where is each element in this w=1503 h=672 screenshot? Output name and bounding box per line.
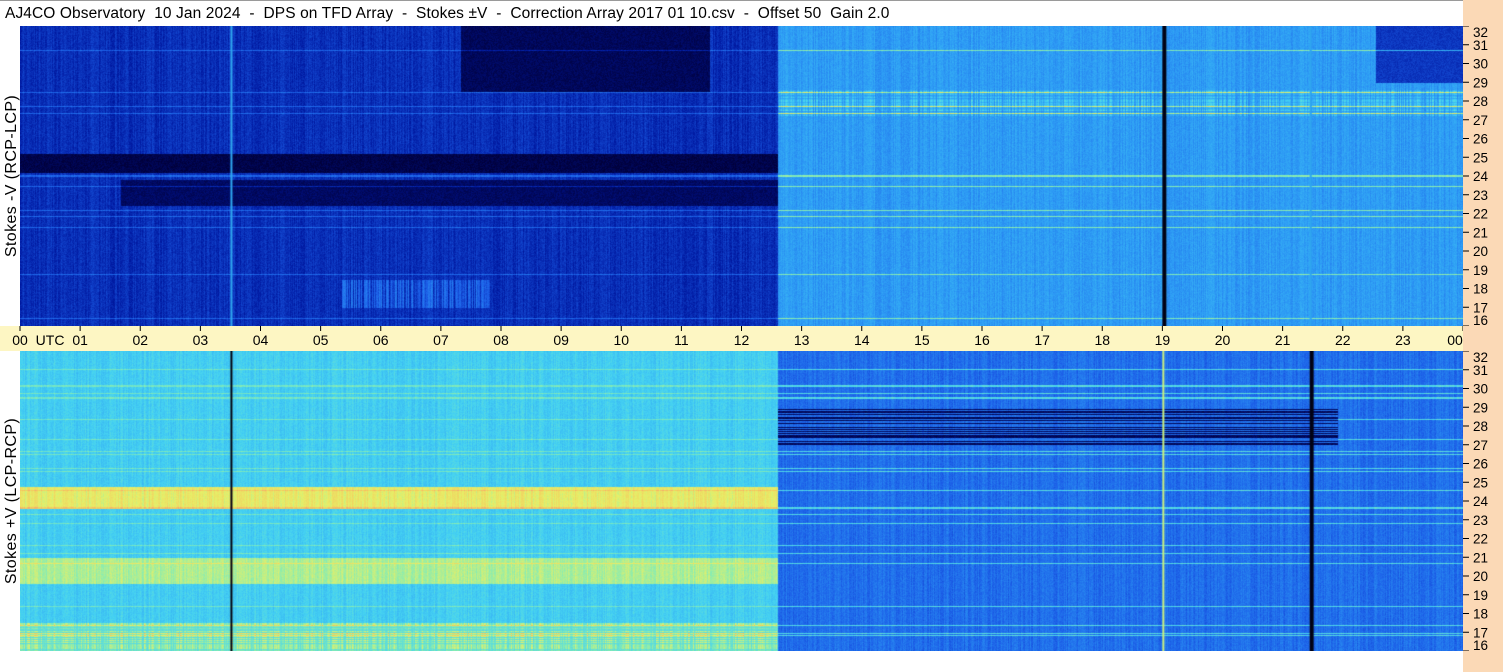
mhz-tick-label: 18 (1473, 607, 1488, 622)
freq-axis-cap-top (1463, 0, 1503, 26)
mhz-tick-label: 27 (1473, 438, 1488, 453)
mhz-tick-label: 32 (1473, 26, 1488, 40)
utc-tick-label: 01 (72, 332, 88, 348)
utc-time-axis: 00 UTC 01 02 03 04 05 06 07 08 09 10 11 12 13 14 15 16 17 1… (0, 326, 1498, 351)
utc-time-axis-svg: 00 UTC 01 02 03 04 05 06 07 08 09 10 11 12 13 14 15 16 17 1… (12, 326, 1498, 348)
mhz-tick-label: 32 (1473, 351, 1488, 365)
utc-tick-label: 09 (553, 332, 569, 348)
mhz-tick-label: 26 (1473, 457, 1488, 472)
stokes-minus-v-heatmap (20, 26, 1463, 326)
mhz-tick-label: 19 (1473, 263, 1488, 278)
utc-tick-label: 07 (433, 332, 449, 348)
bottom-frequency-axis: 16 17 18 19 20 21 22 23 24 25 26 27 28 29 30 31 32 (1463, 350, 1503, 653)
mhz-tick-label: 26 (1473, 132, 1488, 147)
utc-tick-label: 03 (193, 332, 209, 348)
mhz-tick-label: 18 (1473, 282, 1488, 297)
mhz-tick-label: 28 (1473, 94, 1488, 109)
mhz-tick-label: 29 (1473, 75, 1488, 90)
mhz-tick-label: 21 (1473, 550, 1488, 565)
mhz-tick-label: 31 (1473, 38, 1488, 53)
mhz-tick-label: 21 (1473, 225, 1488, 240)
utc-tick-label: 19 (1155, 332, 1171, 348)
top-frequency-axis: 16 17 18 19 20 21 22 23 24 25 26 27 28 29 30 31 32 (1463, 25, 1503, 328)
mhz-tick-label: 30 (1473, 57, 1488, 72)
utc-tick-label: 13 (794, 332, 810, 348)
utc-tick-label: 11 (674, 332, 689, 348)
bottom-spectrogram (20, 351, 1463, 651)
top-panel-label: Stokes -V (RCP-LCP) (3, 94, 20, 258)
mhz-tick-label: 23 (1473, 513, 1488, 528)
mhz-tick-label: 24 (1473, 494, 1489, 509)
utc-tick-label: 16 (974, 332, 990, 348)
mhz-tick-label: 22 (1473, 532, 1488, 547)
utc-tick-label: 08 (493, 332, 509, 348)
bottom-panel-label: Stokes +V (LCP-RCP) (3, 417, 20, 585)
mhz-tick-label: 20 (1473, 244, 1488, 259)
mhz-tick-label: 20 (1473, 569, 1488, 584)
mhz-tick-label: 28 (1473, 419, 1488, 434)
utc-tick-label: 14 (854, 332, 870, 348)
mhz-tick-label: 17 (1473, 625, 1488, 640)
utc-tick-label: 06 (373, 332, 389, 348)
mhz-tick-label: 25 (1473, 475, 1488, 490)
stokes-plus-v-heatmap (20, 351, 1463, 651)
utc-tick-label: 02 (132, 332, 148, 348)
utc-tick-label: 12 (734, 332, 750, 348)
utc-tick-label: 20 (1215, 332, 1231, 348)
utc-tick-label: 18 (1094, 332, 1110, 348)
mhz-tick-label: 31 (1473, 363, 1488, 378)
freq-axis-cap-mid (1463, 326, 1503, 351)
mhz-tick-label: 27 (1473, 113, 1488, 128)
mhz-tick-label: 17 (1473, 300, 1488, 315)
bottom-panel-label-area: Stokes +V (LCP-RCP) (0, 351, 20, 651)
utc-tick-label: 17 (1034, 332, 1050, 348)
title-bar: AJ4CO Observatory 10 Jan 2024 - DPS on T… (0, 0, 1463, 27)
utc-tick-label: 00 (1447, 332, 1463, 348)
top-spectrogram (20, 26, 1463, 326)
top-frequency-axis-svg: 1617181920212223242526272829303132 (1463, 25, 1489, 328)
utc-tick-label: 22 (1335, 332, 1351, 348)
freq-axis-cap-bottom (1463, 651, 1503, 672)
mhz-tick-label: 19 (1473, 588, 1488, 603)
utc-tick-label: 23 (1395, 332, 1411, 348)
top-panel-label-area: Stokes -V (RCP-LCP) (0, 26, 20, 326)
chart-title: AJ4CO Observatory 10 Jan 2024 - DPS on T… (5, 5, 890, 22)
mhz-tick-label: 22 (1473, 207, 1488, 222)
mhz-tick-label: 30 (1473, 382, 1488, 397)
utc-tick-label: 21 (1275, 332, 1291, 348)
utc-tick-label: 10 (613, 332, 629, 348)
mhz-tick-label: 24 (1473, 169, 1489, 184)
utc-tick-label: 15 (914, 332, 930, 348)
bottom-frequency-axis-svg: 1617181920212223242526272829303132 (1463, 350, 1489, 653)
utc-tick-label: 04 (253, 332, 269, 348)
mhz-tick-label: 29 (1473, 400, 1488, 415)
mhz-tick-label: 25 (1473, 150, 1488, 165)
mhz-tick-label: 23 (1473, 188, 1488, 203)
utc-tick-label: 05 (313, 332, 329, 348)
utc-tick-label: UTC (36, 332, 65, 348)
utc-tick-label: 00 (12, 332, 28, 348)
